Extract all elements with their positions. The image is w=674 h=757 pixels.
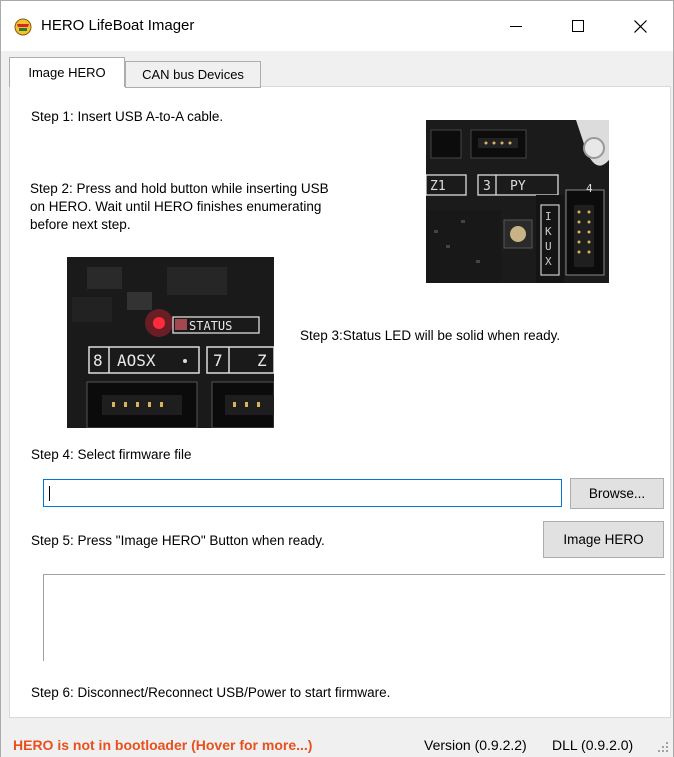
app-window: HERO LifeBoat Imager CAN bus Devices Ima… xyxy=(0,0,674,757)
board-label-u: U xyxy=(545,240,552,253)
board-label-py: PY xyxy=(510,179,526,194)
board-label-status: STATUS xyxy=(189,319,232,333)
board-label-z1: Z1 xyxy=(430,179,446,194)
close-icon xyxy=(633,19,647,33)
step5-text: Step 5: Press "Image HERO" Button when r… xyxy=(31,533,325,548)
log-output-box[interactable] xyxy=(43,574,665,661)
board-button-photo: Z1 3 PY I K U X 4 xyxy=(426,120,609,283)
title-bar[interactable]: HERO LifeBoat Imager xyxy=(1,1,673,51)
version-label: Version (0.9.2.2) xyxy=(424,737,527,753)
firmware-path-input[interactable] xyxy=(43,479,562,507)
board-label-k: K xyxy=(545,225,552,238)
image-hero-button[interactable]: Image HERO xyxy=(543,521,664,558)
board-label-x: X xyxy=(545,255,552,268)
tab-label: Image HERO xyxy=(28,65,106,80)
image-hero-button-label: Image HERO xyxy=(563,532,644,547)
step1-text: Step 1: Insert USB A-to-A cable. xyxy=(31,109,224,124)
tab-can-bus-devices[interactable]: CAN bus Devices xyxy=(125,61,261,88)
board-label-4: 4 xyxy=(586,182,593,195)
board-label-7: 7 xyxy=(213,351,223,370)
maximize-icon xyxy=(572,20,584,32)
board-label-8: 8 xyxy=(93,351,103,370)
tab-image-hero[interactable]: Image HERO xyxy=(9,57,125,87)
browse-button-label: Browse... xyxy=(588,486,646,501)
status-led-photo: STATUS 8 AOSX 7 Z xyxy=(67,257,274,428)
board-label-3: 3 xyxy=(483,179,491,194)
step4-text: Step 4: Select firmware file xyxy=(31,447,192,462)
board-button-drawing: Z1 3 PY I K U X 4 xyxy=(426,120,609,283)
maximize-button[interactable] xyxy=(555,1,601,51)
app-logo-icon xyxy=(14,18,32,36)
dll-version-label: DLL (0.9.2.0) xyxy=(552,737,634,753)
minimize-icon xyxy=(510,26,522,27)
close-button[interactable] xyxy=(617,1,663,51)
board-label-i: I xyxy=(545,210,552,223)
step2-line2: on HERO. Wait until HERO finishes enumer… xyxy=(30,199,322,214)
status-bar: HERO is not in bootloader (Hover for mor… xyxy=(1,729,673,757)
window-title: HERO LifeBoat Imager xyxy=(41,17,195,34)
minimize-button[interactable] xyxy=(493,1,539,51)
board-label-z: Z xyxy=(257,351,267,370)
resize-grip-icon[interactable] xyxy=(657,741,669,753)
step2-line3: before next step. xyxy=(30,217,131,232)
step2-line1: Step 2: Press and hold button while inse… xyxy=(30,181,329,196)
status-led-drawing: STATUS 8 AOSX 7 Z xyxy=(67,257,274,428)
step6-text: Step 6: Disconnect/Reconnect USB/Power t… xyxy=(31,685,391,700)
tab-label: CAN bus Devices xyxy=(142,67,244,82)
browse-button[interactable]: Browse... xyxy=(570,478,664,509)
board-label-aosx: AOSX xyxy=(117,351,156,370)
step3-text: Step 3:Status LED will be solid when rea… xyxy=(300,328,561,343)
bootloader-status-warning[interactable]: HERO is not in bootloader (Hover for mor… xyxy=(13,737,312,753)
text-caret xyxy=(49,486,50,501)
